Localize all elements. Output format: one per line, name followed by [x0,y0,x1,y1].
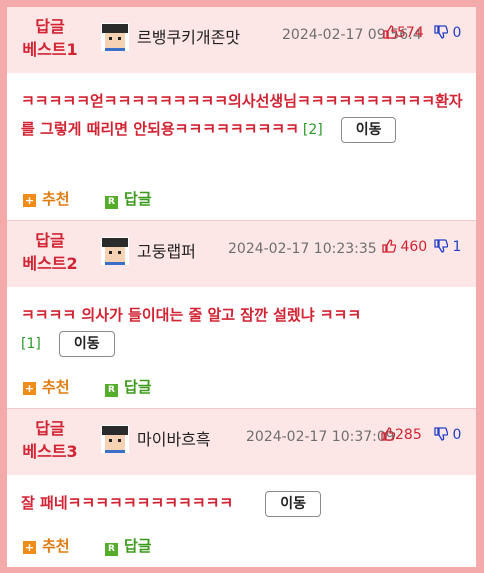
thumbs-down-icon [434,427,449,445]
reply-button[interactable]: R 답글 [105,535,152,556]
r-icon: R [105,543,118,556]
plus-icon: + [23,382,36,395]
reply-text: ㅋㅋㅋㅋㅋ얻ㅋㅋㅋㅋㅋㅋㅋㅋㅋ의사선생님ㅋㅋㅋㅋㅋㅋㅋㅋㅋㅋ환자를 그렇게 때리… [21,92,463,138]
move-button[interactable]: 이동 [340,116,397,143]
upvote-count[interactable]: 460 [382,239,427,257]
reply-actions: + 추천 R 답글 [7,523,476,567]
reply-body: 잘 패네ㅋㅋㅋㅋㅋㅋㅋㅋㅋㅋㅋㅋ 이동 [7,475,476,518]
r-icon: R [105,196,118,209]
avatar [100,424,130,454]
move-button[interactable]: 이동 [58,330,115,357]
thumbs-down-icon [434,239,449,257]
best-replies-panel: 답글 베스트1 르뱅쿠키개존맛 2024-02-17 09:56:4 574 0… [7,7,476,567]
best-rank-badge: 답글 베스트2 [22,231,78,273]
nickname[interactable]: 마이바흐흑 [137,426,211,450]
downvote-count[interactable]: 1 [434,239,461,257]
recommend-button[interactable]: + 추천 [23,188,70,209]
nickname[interactable]: 고둥랩퍼 [137,238,196,262]
best-rank-badge: 답글 베스트1 [22,17,78,59]
move-button[interactable]: 이동 [265,490,321,517]
thumbs-up-icon [381,427,396,445]
avatar [100,236,130,266]
reply-header: 답글 베스트1 르뱅쿠키개존맛 2024-02-17 09:56:4 574 0 [7,7,476,73]
reply-body: ㅋㅋㅋㅋㅋ얻ㅋㅋㅋㅋㅋㅋㅋㅋㅋ의사선생님ㅋㅋㅋㅋㅋㅋㅋㅋㅋㅋ환자를 그렇게 때리… [7,73,476,144]
post-date: 2024-02-17 10:23:35 [228,241,377,257]
downvote-count[interactable]: 0 [434,427,461,445]
reply-button[interactable]: R 답글 [105,188,152,209]
upvote-count[interactable]: 574 [383,25,424,43]
reply-count[interactable]: [1] [21,336,41,352]
reply-header: 답글 베스트2 고둥랩퍼 2024-02-17 10:23:35 460 1 [7,221,476,287]
reply-count[interactable]: [2] [303,122,323,138]
recommend-button[interactable]: + 추천 [23,535,70,556]
thumbs-down-icon [434,25,449,43]
reply-text: 잘 패네ㅋㅋㅋㅋㅋㅋㅋㅋㅋㅋㅋㅋ [21,494,234,512]
best-reply-1: 답글 베스트1 르뱅쿠키개존맛 2024-02-17 09:56:4 574 0… [7,7,476,220]
reply-actions: + 추천 R 답글 [7,176,476,220]
best-reply-2: 답글 베스트2 고둥랩퍼 2024-02-17 10:23:35 460 1 ㅋ… [7,220,476,408]
reply-header: 답글 베스트3 마이바흐흑 2024-02-17 10:37:09 285 0 [7,409,476,475]
best-reply-3: 답글 베스트3 마이바흐흑 2024-02-17 10:37:09 285 0 … [7,408,476,567]
post-date: 2024-02-17 10:37:09 [246,429,395,445]
avatar [100,22,130,52]
downvote-count[interactable]: 0 [434,25,461,43]
reply-body: ㅋㅋㅋㅋ 의사가 들이대는 줄 알고 잠깐 설렜냐 ㅋㅋㅋ [1] 이동 [7,287,476,358]
upvote-count[interactable]: 285 [381,427,422,445]
recommend-button[interactable]: + 추천 [23,376,70,397]
reply-button[interactable]: R 답글 [105,376,152,397]
reply-actions: + 추천 R 답글 [7,364,476,408]
plus-icon: + [23,194,36,207]
reply-text: ㅋㅋㅋㅋ 의사가 들이대는 줄 알고 잠깐 설렜냐 ㅋㅋㅋ [21,306,362,324]
nickname[interactable]: 르뱅쿠키개존맛 [137,24,240,48]
plus-icon: + [23,541,36,554]
thumbs-up-icon [382,239,397,257]
best-rank-badge: 답글 베스트3 [22,419,78,461]
thumbs-up-icon [383,25,398,43]
r-icon: R [105,384,118,397]
